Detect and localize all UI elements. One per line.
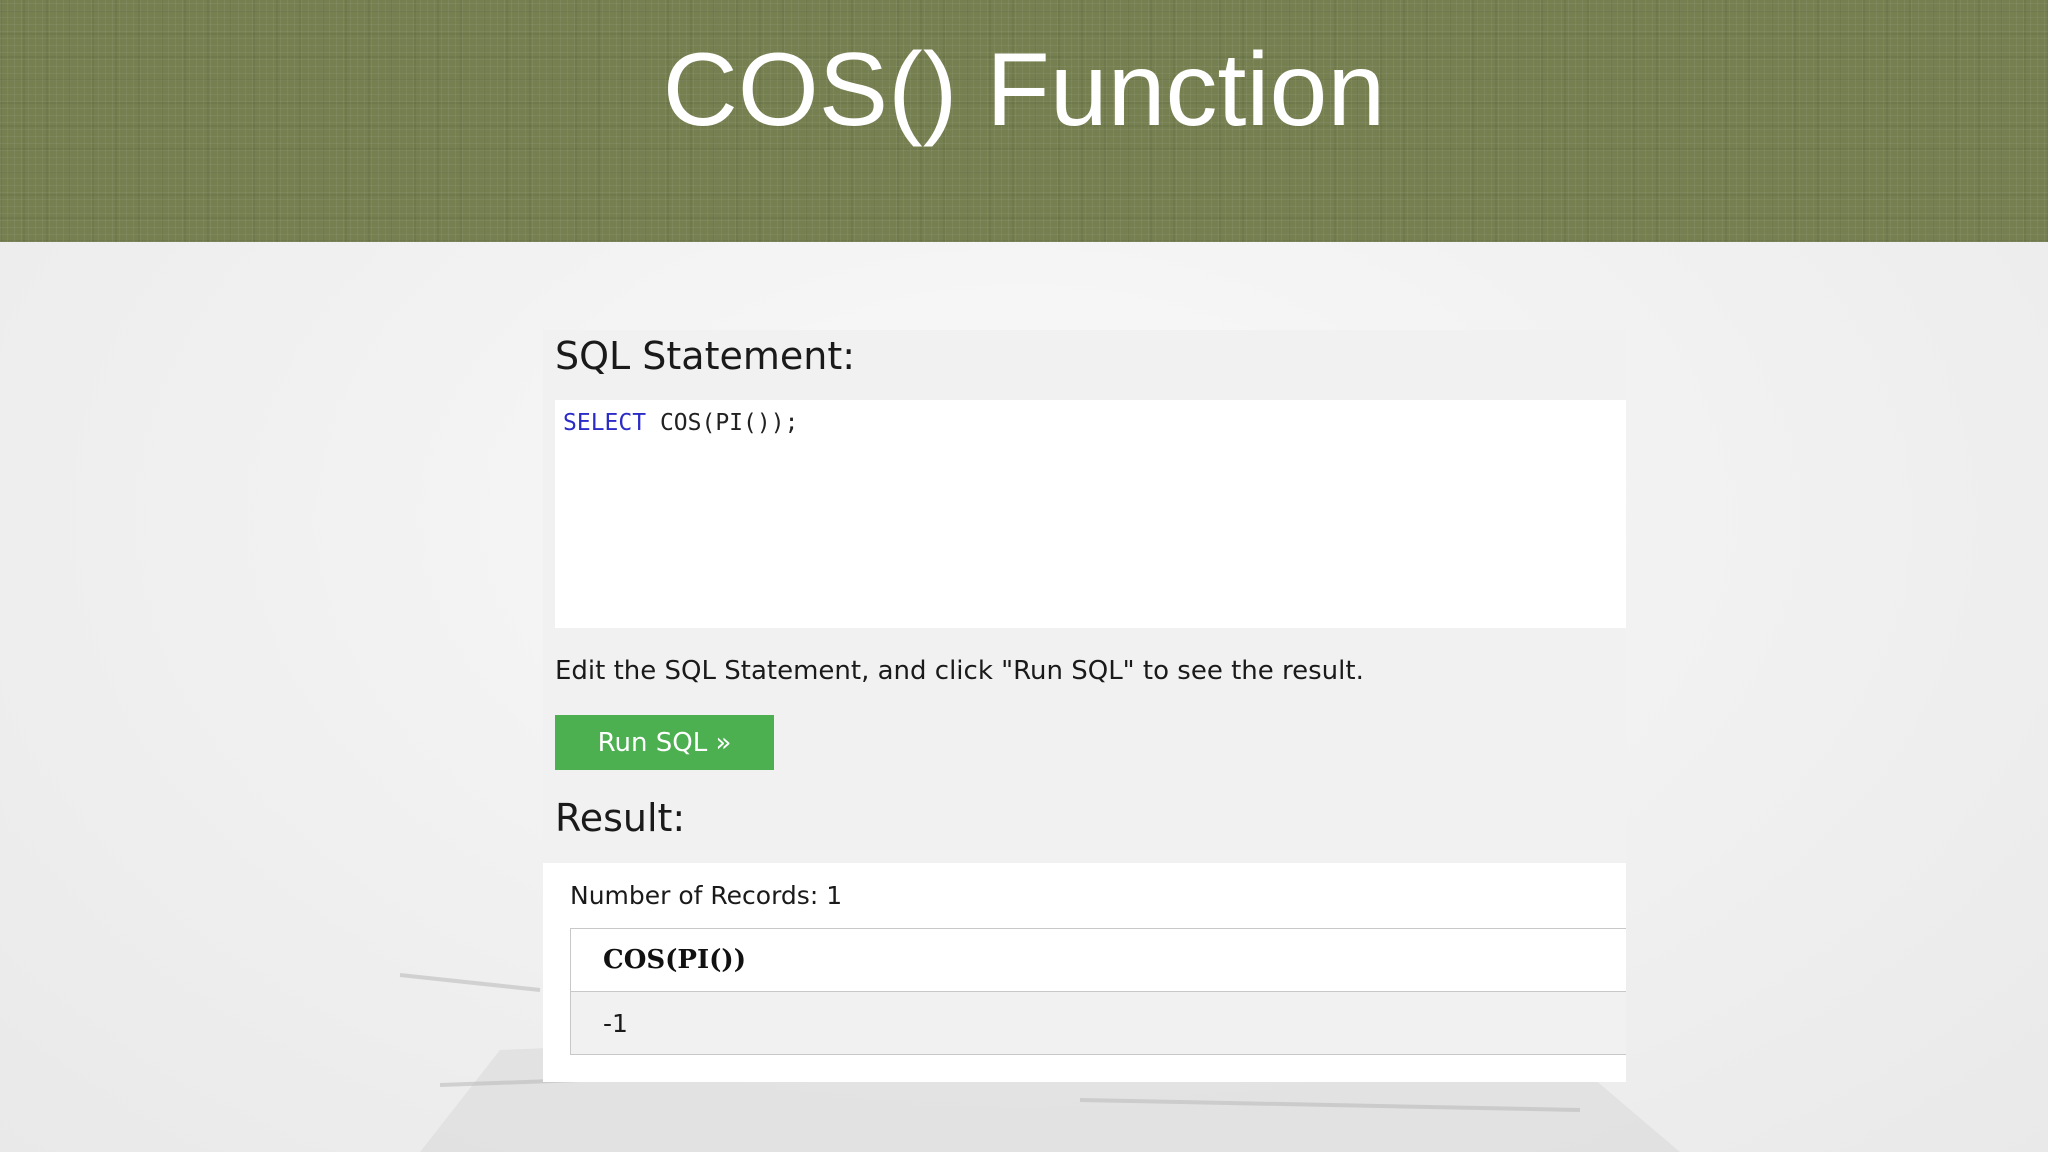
run-sql-button[interactable]: Run SQL » bbox=[555, 715, 774, 770]
sql-code-rest: COS(PI()); bbox=[646, 410, 799, 436]
sql-statement-heading: SQL Statement: bbox=[555, 334, 856, 378]
sql-keyword: SELECT bbox=[563, 410, 647, 436]
sql-editor[interactable]: SELECT COS(PI()); bbox=[555, 400, 1626, 628]
instruction-text: Edit the SQL Statement, and click "Run S… bbox=[555, 656, 1364, 686]
record-count: Number of Records: 1 bbox=[570, 881, 843, 910]
sql-tryit-panel: SQL Statement: SELECT COS(PI()); Edit th… bbox=[543, 330, 1626, 1082]
title-banner: COS() Function bbox=[0, 0, 2048, 242]
result-heading: Result: bbox=[555, 796, 686, 840]
column-header: COS(PI()) bbox=[570, 928, 1626, 992]
sql-code[interactable]: SELECT COS(PI()); bbox=[563, 410, 798, 436]
result-container: Number of Records: 1 COS(PI()) -1 bbox=[543, 863, 1626, 1082]
table-cell: -1 bbox=[570, 991, 1626, 1055]
result-table: COS(PI()) -1 bbox=[570, 928, 1626, 1055]
table-row: -1 bbox=[570, 991, 1626, 1055]
page-title: COS() Function bbox=[662, 32, 1386, 148]
table-header-row: COS(PI()) bbox=[570, 928, 1626, 992]
